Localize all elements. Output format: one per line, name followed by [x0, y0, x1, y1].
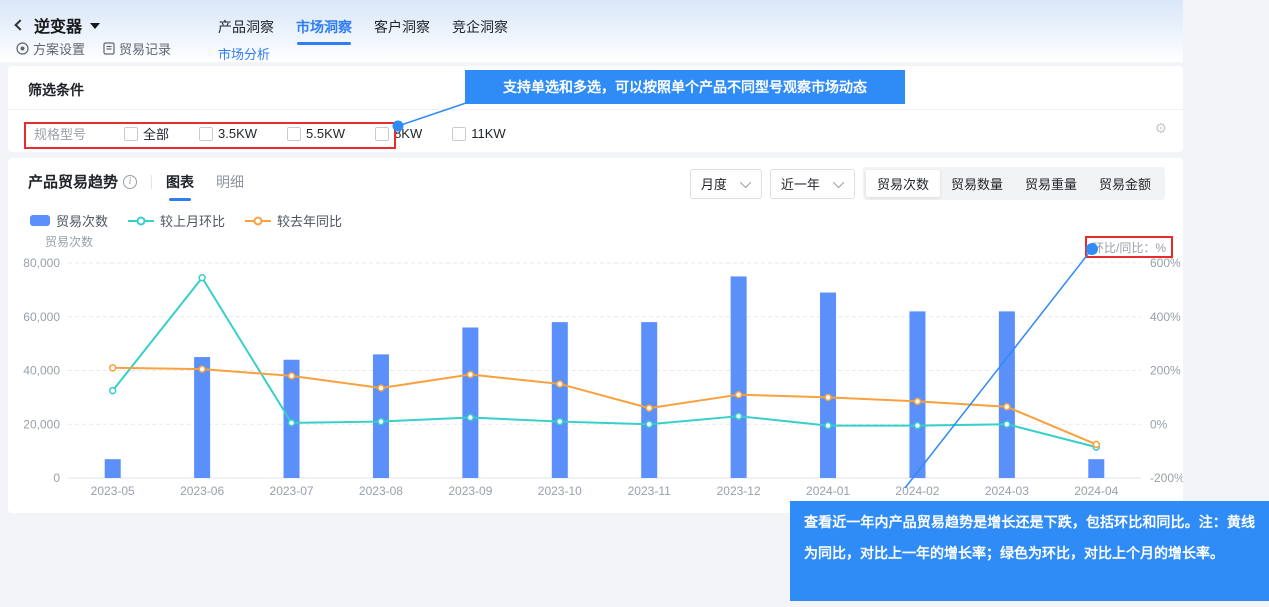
metric-segmented-control: 贸易次数 贸易数量 贸易重量 贸易金额: [863, 167, 1165, 200]
chevron-down-icon: [740, 176, 751, 187]
top-header: 逆变器 方案设置 贸易记录 产品洞察 市场洞察 客户洞察 竞企洞察 市场分析: [0, 0, 1183, 62]
main-tabs: 产品洞察 市场洞察 客户洞察 竞企洞察: [218, 17, 508, 37]
page-title: 逆变器: [34, 13, 82, 37]
checkbox-label: 3.5KW: [218, 126, 257, 141]
info-icon[interactable]: i: [123, 175, 137, 189]
filter-title: 筛选条件: [28, 80, 84, 100]
metric-trade-count[interactable]: 贸易次数: [866, 170, 940, 197]
svg-text:2024-01: 2024-01: [806, 484, 850, 498]
scheme-settings-button[interactable]: 方案设置: [16, 39, 85, 58]
trade-records-button[interactable]: 贸易记录: [103, 39, 171, 58]
legend-bar-swatch: [30, 215, 50, 226]
metric-trade-amount[interactable]: 贸易金额: [1088, 170, 1162, 197]
checkbox-8kw[interactable]: [375, 127, 389, 141]
svg-text:600%: 600%: [1150, 256, 1181, 270]
document-icon: [103, 42, 115, 55]
checkbox-label: 全部: [143, 124, 169, 143]
tab-customer-insight[interactable]: 客户洞察: [374, 17, 430, 37]
svg-text:0: 0: [53, 471, 60, 485]
trend-header: 产品贸易趋势 i 图表 明细: [28, 171, 266, 192]
product-title-group[interactable]: 逆变器: [16, 13, 100, 37]
view-tab-chart[interactable]: 图表: [166, 172, 194, 192]
trend-controls: 月度 近一年 贸易次数 贸易数量 贸易重量 贸易金额: [690, 167, 1165, 200]
checkbox-label: 8KW: [394, 126, 422, 141]
filter-settings-icon[interactable]: ⚙: [1154, 121, 1167, 135]
svg-text:2023-08: 2023-08: [359, 484, 403, 498]
svg-text:2023-12: 2023-12: [717, 484, 761, 498]
checkbox-option-8kw[interactable]: 8KW: [375, 126, 422, 141]
spec-model-filter-row: 规格型号 全部 3.5KW 5.5KW 8KW 11KW: [34, 124, 536, 143]
metric-trade-weight[interactable]: 贸易重量: [1014, 170, 1088, 197]
svg-text:2024-04: 2024-04: [1074, 484, 1118, 498]
svg-text:贸易次数: 贸易次数: [45, 234, 93, 249]
checkbox-option-all[interactable]: 全部: [124, 124, 169, 143]
svg-text:80,000: 80,000: [23, 256, 60, 270]
header-actions: 方案设置 贸易记录: [16, 39, 171, 58]
trade-trend-chart: 80,000 60,000 40,000 20,000 0 600% 400% 200% 0% -…: [8, 228, 1183, 513]
legend-line-swatch: [128, 215, 154, 227]
trend-title: 产品贸易趋势: [28, 171, 118, 192]
svg-text:2023-10: 2023-10: [538, 484, 582, 498]
svg-text:2023-05: 2023-05: [91, 484, 135, 498]
period-select-value: 月度: [701, 174, 727, 193]
back-icon[interactable]: [14, 19, 25, 30]
svg-text:2023-07: 2023-07: [270, 484, 314, 498]
svg-text:2024-02: 2024-02: [895, 484, 939, 498]
svg-text:60,000: 60,000: [23, 310, 60, 324]
svg-text:-200%: -200%: [1150, 471, 1183, 485]
divider: [151, 175, 152, 189]
checkbox-3-5kw[interactable]: [199, 127, 213, 141]
view-tab-detail[interactable]: 明细: [216, 172, 244, 192]
svg-text:400%: 400%: [1150, 310, 1181, 324]
svg-text:2024-03: 2024-03: [985, 484, 1029, 498]
chevron-down-icon: [833, 176, 844, 187]
tab-market-insight[interactable]: 市场洞察: [296, 17, 352, 37]
checkbox-option-5-5kw[interactable]: 5.5KW: [287, 126, 345, 141]
checkbox-5-5kw[interactable]: [287, 127, 301, 141]
checkbox-option-3-5kw[interactable]: 3.5KW: [199, 126, 257, 141]
checkbox-label: 11KW: [471, 126, 505, 141]
tab-product-insight[interactable]: 产品洞察: [218, 17, 274, 37]
trend-card: 产品贸易趋势 i 图表 明细 月度 近一年 贸易次数 贸易数量 贸易重量 贸易金…: [8, 158, 1183, 513]
svg-text:200%: 200%: [1150, 364, 1181, 378]
tab-competitor-insight[interactable]: 竞企洞察: [452, 17, 508, 37]
trade-records-label: 贸易记录: [119, 39, 171, 58]
checkbox-option-11kw[interactable]: 11KW: [452, 126, 505, 141]
checkbox-all[interactable]: [124, 127, 138, 141]
legend-line-swatch: [245, 215, 271, 227]
title-dropdown-icon[interactable]: [90, 23, 100, 29]
spec-model-label: 规格型号: [34, 124, 86, 143]
range-select[interactable]: 近一年: [770, 169, 855, 199]
divider: [8, 109, 1183, 110]
svg-text:2023-09: 2023-09: [448, 484, 492, 498]
filter-tooltip: 支持单选和多选，可以按照单个产品不同型号观察市场动态: [465, 70, 905, 104]
range-select-value: 近一年: [781, 174, 820, 193]
scheme-settings-label: 方案设置: [33, 39, 85, 58]
checkbox-label: 5.5KW: [306, 126, 345, 141]
svg-text:2023-11: 2023-11: [628, 484, 671, 498]
period-select[interactable]: 月度: [690, 169, 762, 199]
svg-text:20,000: 20,000: [23, 417, 60, 431]
target-icon: [16, 42, 29, 55]
svg-text:0%: 0%: [1150, 417, 1168, 431]
svg-text:2023-06: 2023-06: [180, 484, 224, 498]
svg-text:40,000: 40,000: [23, 364, 60, 378]
checkbox-11kw[interactable]: [452, 127, 466, 141]
metric-trade-quantity[interactable]: 贸易数量: [940, 170, 1014, 197]
trend-tooltip: 查看近一年内产品贸易趋势是增长还是下跌，包括环比和同比。注：黄线为同比，对比上一…: [790, 501, 1269, 601]
